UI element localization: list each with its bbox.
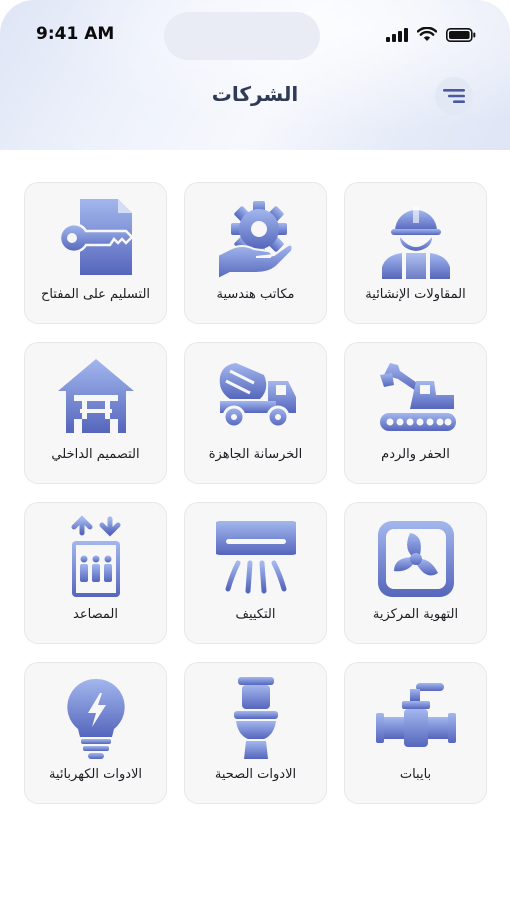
light-bulb-icon [67,678,125,759]
category-card-air-conditioning[interactable]: التكييف [184,502,327,644]
ventilation-fan-icon [378,521,454,597]
concrete-mixer-icon [219,363,296,429]
category-label: التصميم الداخلي [51,447,140,462]
category-card-elevators[interactable]: المصاعد [24,502,167,644]
category-card-ready-mix[interactable]: الخرسانة الجاهزة [184,342,327,484]
interior-design-icon [58,359,134,433]
filter-menu-icon [443,89,465,103]
signal-icon [386,27,408,42]
category-card-sanitary[interactable]: الادوات الصحية [184,662,327,804]
category-card-electrical[interactable]: الادوات الكهربائية [24,662,167,804]
air-conditioner-icon [216,521,296,594]
turnkey-icon [58,199,134,275]
category-label: مكاتب هندسية [216,287,295,302]
category-card-turnkey[interactable]: التسليم على المفتاح [24,182,167,324]
category-label: التهوية المركزية [372,607,459,622]
category-card-interior[interactable]: التصميم الداخلي [24,342,167,484]
category-label: الادوات الكهربائية [48,767,143,782]
dynamic-island [164,12,320,60]
category-label: المصاعد [73,607,118,622]
status-time: 9:41 AM [36,24,115,44]
category-card-excavation[interactable]: الحفر والردم [344,342,487,484]
category-label: الحفر والردم [381,447,450,462]
status-icons [386,27,476,42]
category-label: الادوات الصحية [214,767,297,782]
battery-icon [446,27,476,42]
toilet-icon [234,677,278,759]
pipes-icon [376,683,456,747]
category-card-engineering[interactable]: مكاتب هندسية [184,182,327,324]
page-title: الشركات [211,82,299,106]
construction-worker-icon [382,207,450,279]
excavator-icon [380,363,456,431]
category-label: التكييف [235,607,276,622]
elevator-icon [71,515,121,597]
category-label: التسليم على المفتاح [40,287,151,302]
category-card-contracting[interactable]: المقاولات الإنشائية [344,182,487,324]
category-card-ventilation[interactable]: التهوية المركزية [344,502,487,644]
phone-screen: 9:41 AM الشركات المقاولات الإنشائية مكات… [0,0,510,908]
engineering-office-icon [217,201,294,281]
wifi-icon [417,27,437,41]
category-label: الخرسانة الجاهزة [208,447,303,462]
filter-menu-button[interactable] [435,77,473,115]
category-label: المقاولات الإنشائية [365,287,466,302]
category-label: بايبات [399,767,432,782]
category-card-pipes[interactable]: بايبات [344,662,487,804]
